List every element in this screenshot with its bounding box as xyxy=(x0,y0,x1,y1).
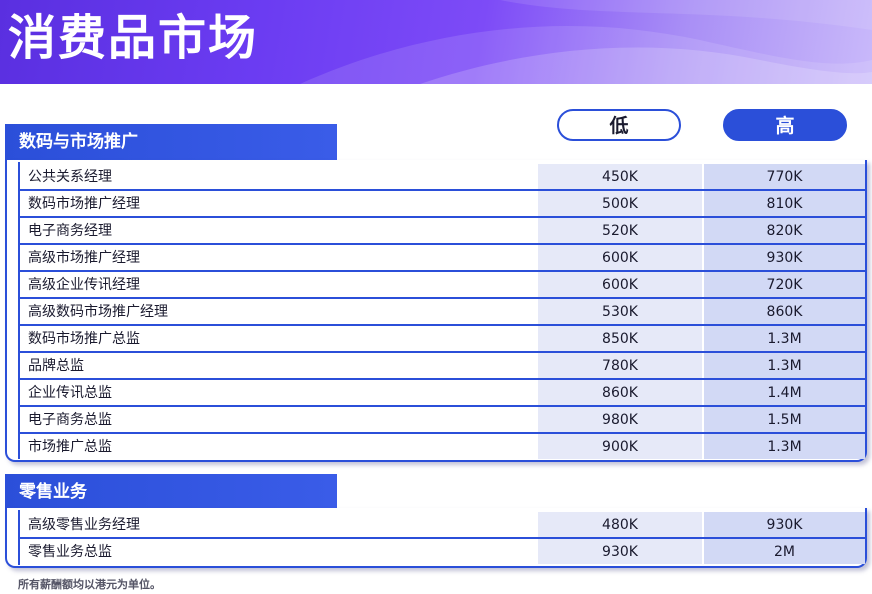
table-row: 企业传讯总监 860K 1.4M xyxy=(20,380,867,407)
role-label: 公共关系经理 xyxy=(28,169,112,185)
role-label: 零售业务总监 xyxy=(28,544,112,560)
role-label: 品牌总监 xyxy=(28,358,84,374)
footnote: 所有薪酬额均以港元为单位。 xyxy=(18,578,161,591)
salary-low: 450K xyxy=(538,164,702,189)
salary-low: 520K xyxy=(538,218,702,243)
salary-low: 600K xyxy=(538,245,702,270)
salary-high: 770K xyxy=(704,164,865,189)
salary-high: 930K xyxy=(704,512,865,537)
table-row: 高级零售业务经理 480K 930K xyxy=(20,512,867,539)
table-row: 数码市场推广总监 850K 1.3M xyxy=(20,326,867,353)
role-label: 数码市场推广总监 xyxy=(28,331,140,347)
salary-low: 930K xyxy=(538,539,702,564)
role-label: 高级零售业务经理 xyxy=(28,517,140,533)
salary-high: 1.3M xyxy=(704,353,865,378)
salary-high: 720K xyxy=(704,272,865,297)
column-header-high: 高 xyxy=(723,109,847,141)
column-header-low: 低 xyxy=(557,109,681,141)
salary-low: 860K xyxy=(538,380,702,405)
salary-low: 600K xyxy=(538,272,702,297)
page-banner: 消费品市场 xyxy=(0,0,872,84)
salary-low: 900K xyxy=(538,434,702,459)
role-label: 市场推广总监 xyxy=(28,439,112,455)
salary-low: 480K xyxy=(538,512,702,537)
table-row: 高级数码市场推广经理 530K 860K xyxy=(20,299,867,326)
role-label: 高级企业传讯经理 xyxy=(28,277,140,293)
salary-low: 980K xyxy=(538,407,702,432)
table-row: 高级市场推广经理 600K 930K xyxy=(20,245,867,272)
salary-low: 530K xyxy=(538,299,702,324)
salary-high: 1.3M xyxy=(704,326,865,351)
role-label: 高级市场推广经理 xyxy=(28,250,140,266)
table-row: 高级企业传讯经理 600K 720K xyxy=(20,272,867,299)
table-row: 电子商务总监 980K 1.5M xyxy=(20,407,867,434)
salary-low: 850K xyxy=(538,326,702,351)
table-row: 数码市场推广经理 500K 810K xyxy=(20,191,867,218)
salary-high: 1.5M xyxy=(704,407,865,432)
salary-high: 1.4M xyxy=(704,380,865,405)
salary-high: 930K xyxy=(704,245,865,270)
role-label: 企业传讯总监 xyxy=(28,385,112,401)
salary-high: 860K xyxy=(704,299,865,324)
salary-high: 810K xyxy=(704,191,865,216)
section-title-retail: 零售业务 xyxy=(5,474,337,510)
table-row: 市场推广总监 900K 1.3M xyxy=(20,434,867,461)
table-row: 品牌总监 780K 1.3M xyxy=(20,353,867,380)
table-row: 电子商务经理 520K 820K xyxy=(20,218,867,245)
table-row: 公共关系经理 450K 770K xyxy=(20,164,867,191)
salary-low: 500K xyxy=(538,191,702,216)
role-label: 电子商务总监 xyxy=(28,412,112,428)
salary-low: 780K xyxy=(538,353,702,378)
role-label: 电子商务经理 xyxy=(28,223,112,239)
page-title: 消费品市场 xyxy=(8,10,259,66)
table-row: 零售业务总监 930K 2M xyxy=(20,539,867,566)
role-label: 数码市场推广经理 xyxy=(28,196,140,212)
role-label: 高级数码市场推广经理 xyxy=(28,304,168,320)
salary-high: 1.3M xyxy=(704,434,865,459)
salary-high: 820K xyxy=(704,218,865,243)
section-title-digital-marketing: 数码与市场推广 xyxy=(5,124,337,160)
salary-high: 2M xyxy=(704,539,865,564)
